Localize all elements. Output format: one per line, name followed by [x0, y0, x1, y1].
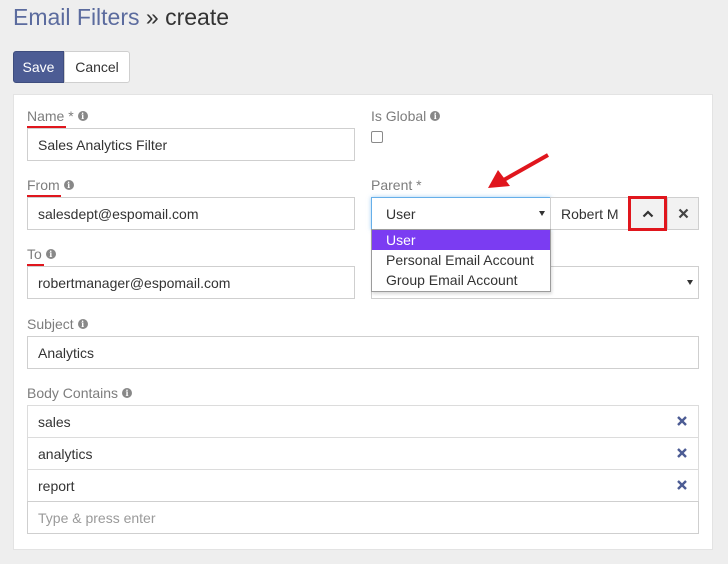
- breadcrumb-email-filters[interactable]: Email Filters: [13, 4, 140, 30]
- annotation-highlight-box: [628, 196, 667, 231]
- cancel-button[interactable]: Cancel: [64, 51, 130, 83]
- parent-type-value: User: [386, 205, 416, 222]
- list-item-text: report: [38, 477, 75, 494]
- from-field[interactable]: salesdept@espomail.com: [27, 197, 355, 230]
- info-icon[interactable]: i: [77, 111, 88, 121]
- from-label: From i: [27, 177, 74, 193]
- to-field[interactable]: robertmanager@espomail.com: [27, 266, 355, 299]
- subject-label-text: Subject: [27, 316, 74, 332]
- clear-button[interactable]: [667, 197, 699, 230]
- breadcrumb-separator: »: [145, 4, 159, 30]
- name-label: Name * i: [27, 108, 88, 124]
- info-icon[interactable]: i: [45, 249, 56, 259]
- from-label-text: From: [27, 177, 60, 193]
- subject-field[interactable]: Analytics: [27, 336, 699, 369]
- option-group-email-account[interactable]: Group Email Account: [372, 270, 550, 290]
- body-contains-label: Body Contains i: [27, 385, 133, 401]
- page-title: Email Filters » create: [13, 4, 229, 31]
- annotation-arrow: [488, 153, 549, 188]
- info-icon[interactable]: i: [430, 111, 441, 121]
- is-global-checkbox[interactable]: [371, 131, 383, 143]
- parent-label: Parent *: [371, 177, 422, 193]
- name-field[interactable]: Sales Analytics Filter: [27, 128, 355, 161]
- is-global-label: Is Global i: [371, 108, 441, 124]
- is-global-label-text: Is Global: [371, 108, 427, 124]
- option-user[interactable]: User: [372, 230, 550, 250]
- list-item-text: analytics: [38, 445, 93, 462]
- body-contains-input[interactable]: [27, 501, 699, 534]
- list-item-text: sales: [38, 413, 71, 430]
- caret-down-icon: [687, 280, 693, 285]
- option-personal-email-account[interactable]: Personal Email Account: [372, 250, 550, 270]
- list-item: sales: [27, 405, 699, 438]
- list-item: report: [27, 469, 699, 502]
- body-contains-label-text: Body Contains: [27, 385, 119, 401]
- subject-label: Subject i: [27, 316, 88, 332]
- list-item: analytics: [27, 437, 699, 470]
- parent-record-field[interactable]: Robert M: [550, 197, 630, 230]
- info-icon[interactable]: i: [77, 319, 88, 329]
- close-icon[interactable]: [676, 479, 688, 491]
- parent-type-dropdown[interactable]: User Personal Email Account Group Email …: [371, 229, 551, 292]
- breadcrumb-action: create: [165, 4, 230, 30]
- parent-label-text: Parent *: [371, 177, 422, 193]
- close-icon[interactable]: [676, 447, 688, 459]
- caret-down-icon: [539, 211, 545, 216]
- parent-type-select[interactable]: User: [371, 197, 551, 230]
- save-button[interactable]: Save: [13, 51, 64, 83]
- to-label: To i: [27, 246, 56, 262]
- to-label-text: To: [27, 246, 42, 262]
- close-icon: [678, 208, 688, 219]
- name-label-text: Name *: [27, 108, 74, 124]
- info-icon[interactable]: i: [122, 388, 133, 398]
- info-icon[interactable]: i: [63, 180, 74, 190]
- close-icon[interactable]: [676, 415, 688, 427]
